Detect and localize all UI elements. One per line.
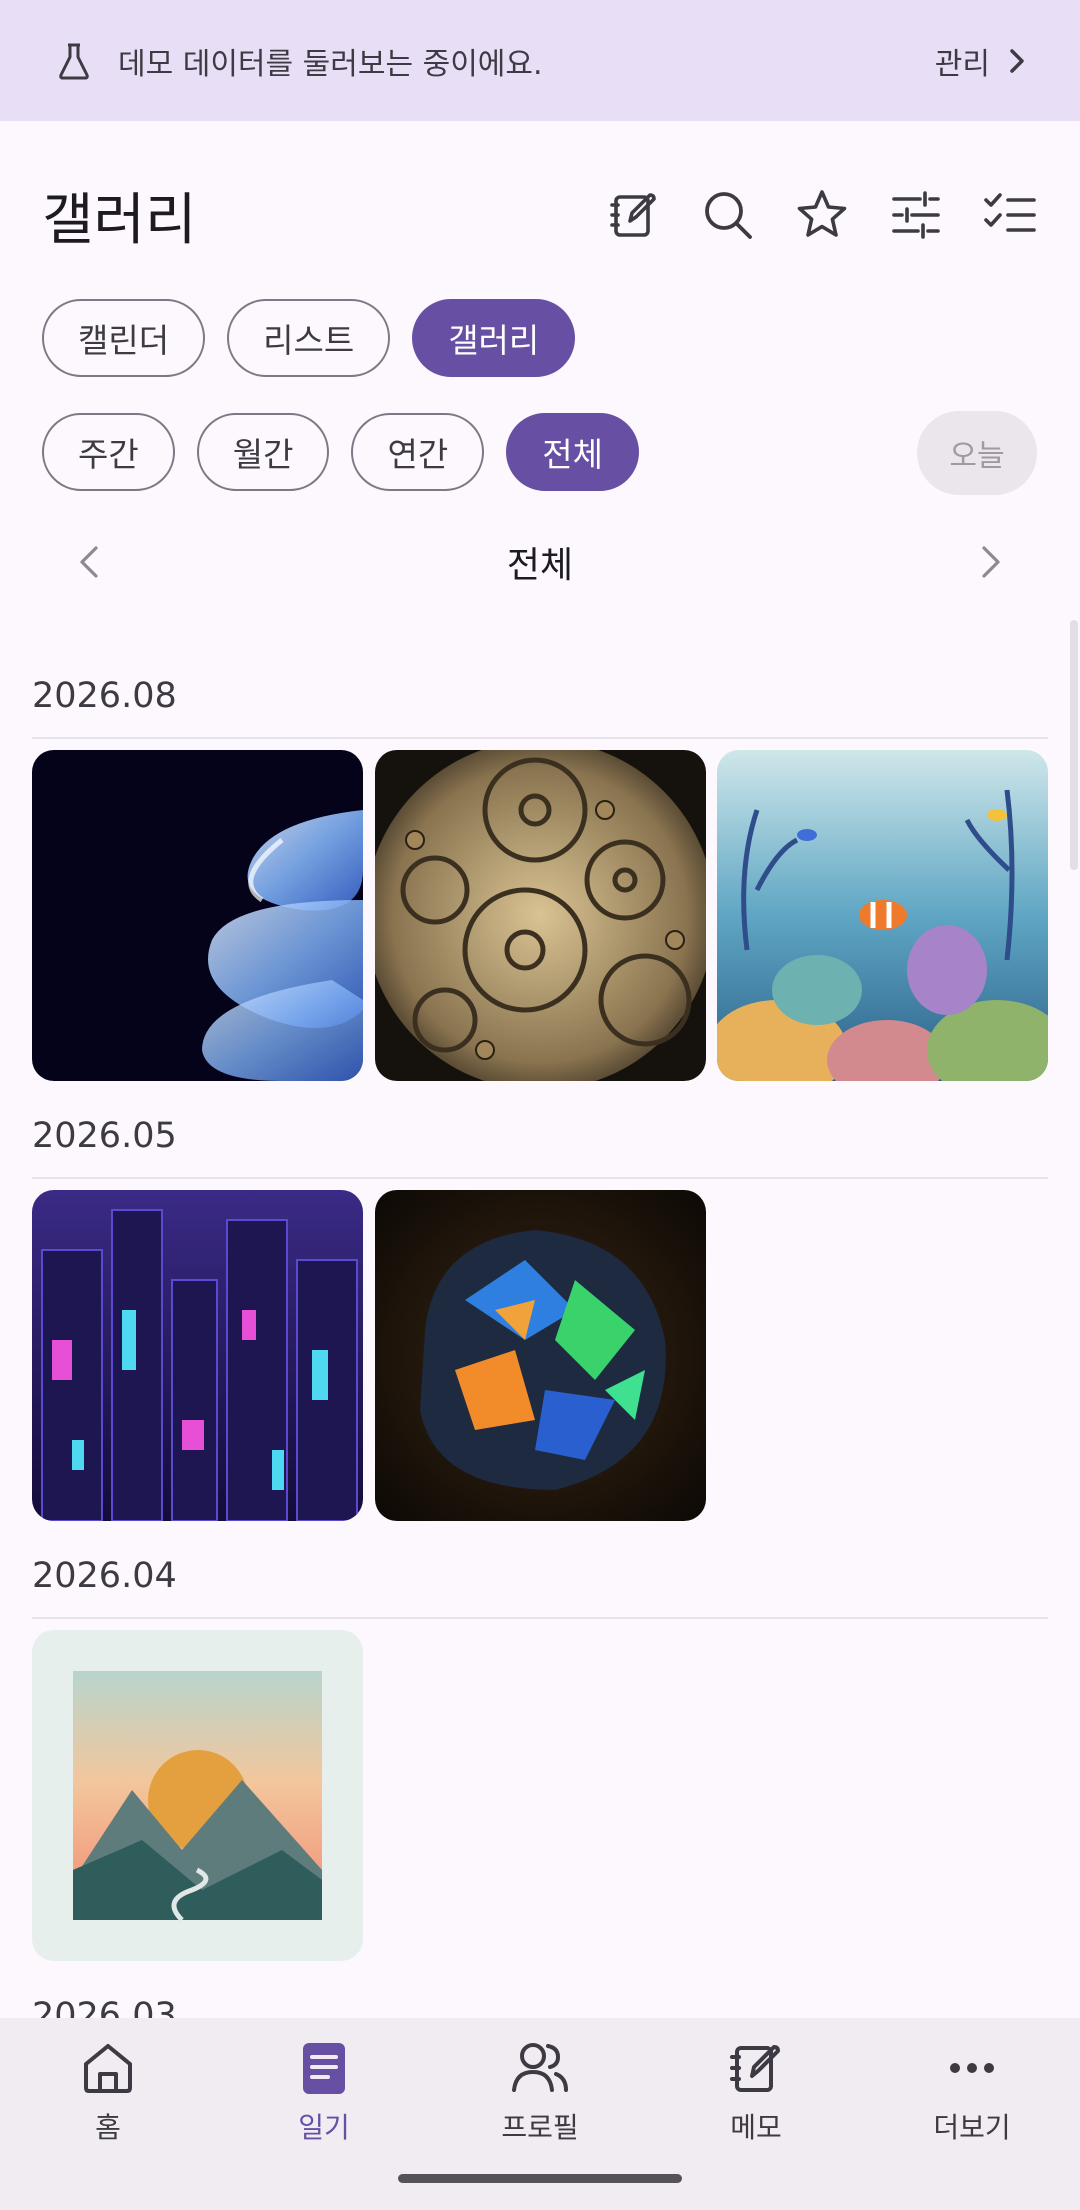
photo-thumbnail[interactable]	[32, 750, 363, 1081]
section-title: 2026.05	[32, 1116, 177, 1156]
demo-banner-message: 데모 데이터를 둘러보는 중이에요.	[118, 46, 543, 82]
nav-label: 메모	[730, 2111, 782, 2144]
nav-more[interactable]: 더보기	[864, 2018, 1080, 2210]
tab-monthly[interactable]: 월간	[196, 413, 330, 491]
home-indicator	[398, 2174, 682, 2183]
tab-yearly[interactable]: 연간	[351, 413, 485, 491]
home-icon	[78, 2038, 138, 2098]
scrollbar[interactable]	[1070, 620, 1078, 870]
tab-all[interactable]: 전체	[506, 413, 639, 491]
demo-banner: 데모 데이터를 둘러보는 중이에요. 관리	[0, 0, 1080, 121]
nav-label: 일기	[298, 2111, 350, 2144]
photo-thumbnail[interactable]	[32, 1630, 363, 1961]
today-button[interactable]: 오늘	[917, 411, 1037, 495]
chevron-left-icon[interactable]	[70, 542, 110, 582]
star-icon[interactable]	[794, 187, 850, 243]
divider	[32, 1617, 1048, 1619]
app-header: 갤러리	[0, 160, 1080, 270]
range-tabs: 주간 월간 연간 전체	[42, 413, 639, 491]
more-icon	[942, 2038, 1002, 2098]
tab-list[interactable]: 리스트	[227, 299, 391, 377]
photo-thumbnail[interactable]	[32, 1190, 363, 1521]
chevron-right-icon[interactable]	[970, 542, 1010, 582]
page-title: 갤러리	[42, 187, 197, 253]
section-title: 2026.08	[32, 676, 177, 716]
photo-thumbnail[interactable]	[717, 750, 1048, 1081]
people-icon	[510, 2038, 570, 2098]
nav-label: 홈	[95, 2111, 121, 2144]
checklist-icon[interactable]	[982, 187, 1038, 243]
tab-weekly[interactable]: 주간	[42, 413, 175, 491]
search-icon[interactable]	[700, 187, 756, 243]
manage-label: 관리	[934, 46, 990, 82]
memo-icon	[726, 2038, 786, 2098]
divider	[32, 737, 1048, 739]
photo-thumbnail[interactable]	[375, 1190, 706, 1521]
divider	[32, 1177, 1048, 1179]
nav-home[interactable]: 홈	[0, 2018, 216, 2210]
tab-gallery[interactable]: 갤러리	[412, 299, 576, 377]
chevron-right-icon	[1010, 48, 1024, 73]
tune-icon[interactable]	[888, 187, 944, 243]
view-tabs: 캘린더 리스트 갤러리	[42, 299, 576, 377]
diary-icon	[294, 2038, 354, 2098]
photo-thumbnail[interactable]	[375, 750, 706, 1081]
edit-note-icon[interactable]	[606, 187, 662, 243]
nav-label: 더보기	[933, 2111, 1011, 2144]
flask-icon	[54, 41, 94, 81]
period-label: 전체	[506, 545, 574, 586]
period-navigator: 전체	[0, 526, 1080, 598]
manage-link[interactable]: 관리	[935, 39, 1028, 83]
section-title: 2026.04	[32, 1556, 177, 1596]
tab-calendar[interactable]: 캘린더	[42, 299, 206, 377]
nav-label: 프로필	[501, 2111, 579, 2144]
